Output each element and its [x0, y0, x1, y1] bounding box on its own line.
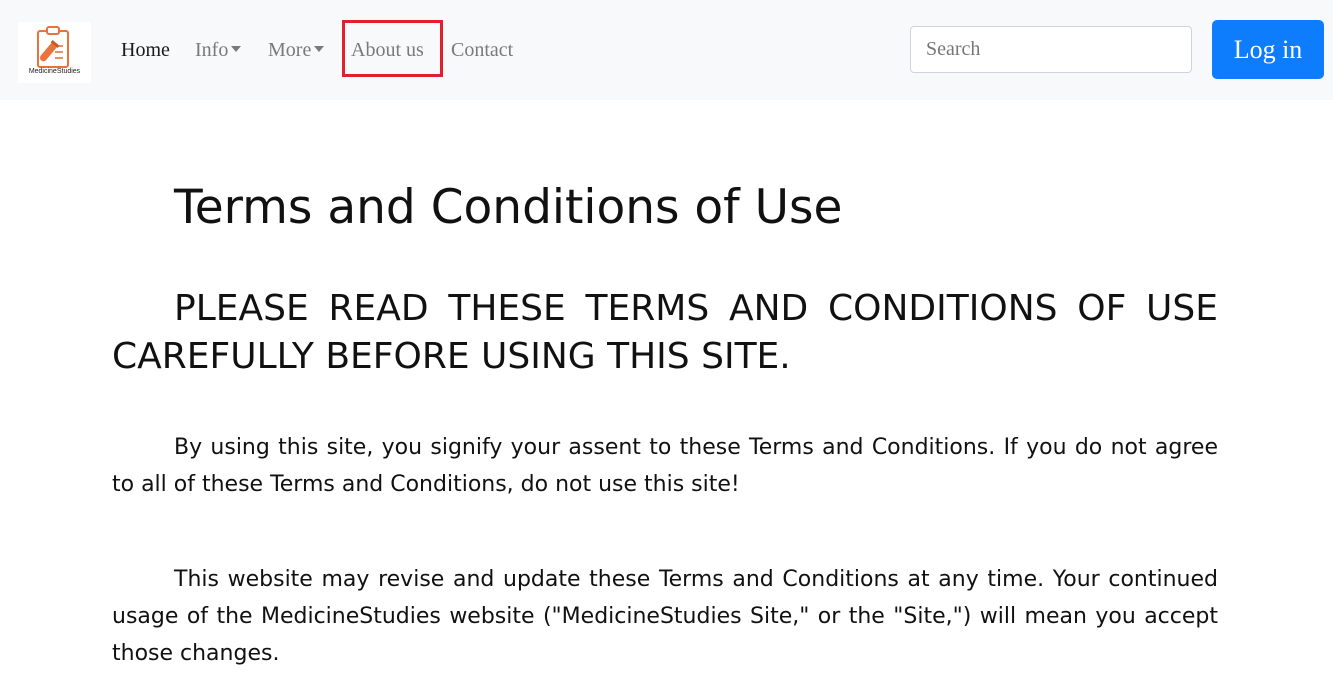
- terms-warning-heading: PLEASE READ THESE TERMS AND CONDITIONS O…: [112, 288, 1218, 377]
- terms-paragraph: This website may revise and update these…: [112, 567, 1218, 666]
- terms-paragraph: By using this site, you signify your ass…: [112, 435, 1218, 497]
- logo-text: MedicineStudies: [28, 68, 81, 75]
- highlight-box: [342, 20, 443, 77]
- nav-dropdown-more[interactable]: More: [268, 36, 325, 64]
- search-input[interactable]: [910, 26, 1192, 73]
- nav-link-contact[interactable]: Contact: [451, 36, 513, 64]
- clipboard-icon: [37, 26, 69, 68]
- nav-dropdown-info[interactable]: Info: [195, 36, 242, 64]
- page-title: Terms and Conditions of Use: [174, 180, 843, 235]
- caret-down-icon: [231, 46, 242, 52]
- nav-link-home[interactable]: Home: [121, 36, 170, 64]
- site-logo[interactable]: MedicineStudies: [18, 22, 91, 83]
- nav-info-label: Info: [195, 39, 229, 61]
- top-navbar: MedicineStudies Home Info More About us …: [0, 0, 1333, 100]
- caret-down-icon: [314, 46, 325, 52]
- login-button[interactable]: Log in: [1212, 20, 1324, 79]
- nav-more-label: More: [268, 39, 312, 61]
